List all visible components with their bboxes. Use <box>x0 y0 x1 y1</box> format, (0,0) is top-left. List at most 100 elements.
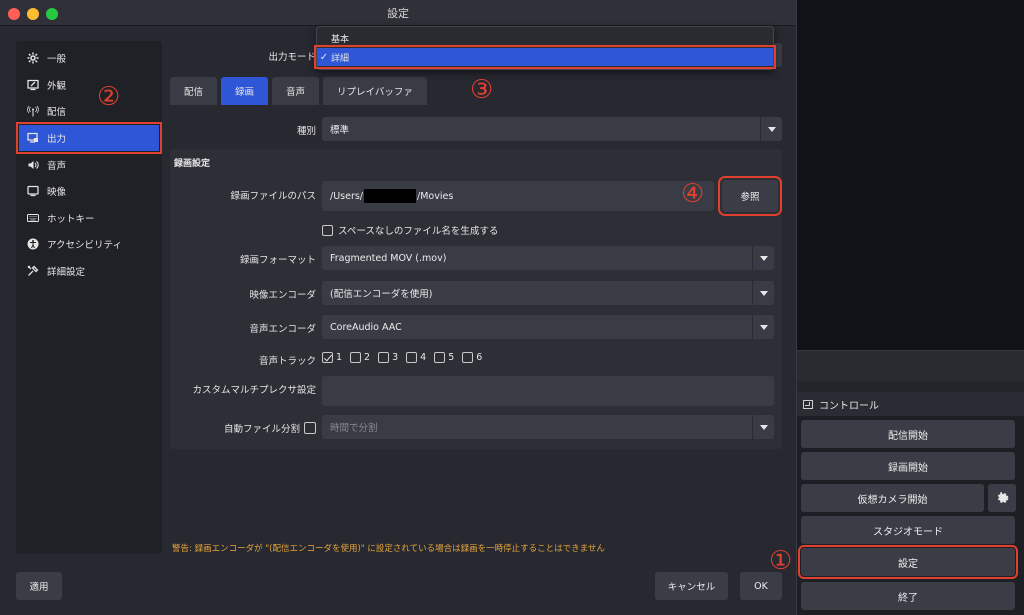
audio-track-2[interactable]: 2 <box>350 352 370 363</box>
sidebar-item-label: 音声 <box>47 161 67 172</box>
audio-track-4[interactable]: 4 <box>406 352 426 363</box>
sidebar-item-output[interactable]: 出力 <box>16 122 162 154</box>
type-value: 標準 <box>330 125 350 136</box>
sidebar-item-stream[interactable]: 配信 <box>19 98 159 124</box>
cancel-button[interactable]: キャンセル <box>655 572 728 600</box>
redacted-username <box>364 189 417 203</box>
dock-strip <box>797 350 1024 393</box>
custom-muxer-input[interactable] <box>322 376 774 406</box>
format-select[interactable]: Fragmented MOV (.mov) <box>322 246 774 270</box>
browse-button[interactable]: 参照 <box>718 176 782 216</box>
audio-encoder-value: CoreAudio AAC <box>330 321 402 333</box>
chevron-down-icon <box>752 315 774 339</box>
type-label: 種別 <box>296 126 316 137</box>
apply-button[interactable]: 適用 <box>16 572 62 600</box>
appearance-icon <box>27 79 39 91</box>
tools-icon <box>27 265 39 276</box>
output-tabs: 配信 録画 音声 リプレイバッファ <box>170 77 427 105</box>
output-mode-option-label: 基本 <box>331 34 350 45</box>
audio-track-2-label: 2 <box>364 352 371 363</box>
controls-dock-header: コントロール <box>797 392 1024 416</box>
output-mode-dropdown: 基本 ✓ 詳細 <box>314 26 776 70</box>
window-title: 設定 <box>387 6 409 20</box>
sidebar-item-label: アクセシビリティ <box>47 240 122 251</box>
sidebar-item-label: 出力 <box>47 134 67 145</box>
audio-track-1[interactable]: 1 <box>322 352 342 363</box>
studio-mode-button[interactable]: スタジオモード <box>801 516 1015 544</box>
zoom-window-button[interactable] <box>46 8 58 20</box>
video-encoder-select[interactable]: (配信エンコーダを使用) <box>322 281 774 305</box>
gear-icon <box>997 491 1009 504</box>
minimize-window-button[interactable] <box>27 8 39 20</box>
type-select[interactable]: 標準 <box>322 117 782 141</box>
audio-track-5[interactable]: 5 <box>434 352 454 363</box>
dock-window-icon[interactable] <box>803 399 813 409</box>
sidebar-item-accessibility[interactable]: アクセシビリティ <box>19 231 159 257</box>
split-mode-select[interactable]: 時間で分割 <box>322 415 774 439</box>
audio-tracks: 1 2 3 4 5 6 <box>322 352 482 363</box>
sidebar-item-appearance[interactable]: 外観 <box>19 72 159 98</box>
sidebar-item-label: 詳細設定 <box>47 267 86 278</box>
sidebar-item-hotkeys[interactable]: ホットキー <box>19 205 159 231</box>
start-virtual-camera-button[interactable]: 仮想カメラ開始 <box>801 484 984 512</box>
auto-split-option[interactable]: 自動ファイル分割 <box>200 421 316 435</box>
close-window-button[interactable] <box>8 8 20 20</box>
audio-track-2-checkbox[interactable] <box>350 352 362 363</box>
chevron-down-icon <box>752 415 774 439</box>
settings-sidebar: 一般 外観 配信 出力 音声 映像 ホットキー アクセシビリティ 詳細設定 <box>16 41 162 554</box>
sidebar-item-video[interactable]: 映像 <box>19 178 159 204</box>
video-encoder-value: (配信エンコーダを使用) <box>330 289 433 300</box>
sidebar-item-advanced[interactable]: 詳細設定 <box>19 258 159 284</box>
audio-encoder-select[interactable]: CoreAudio AAC <box>322 315 774 339</box>
output-monitor-icon <box>27 132 38 143</box>
annotation-4: ④ <box>681 179 705 209</box>
sidebar-item-label: 映像 <box>47 187 67 198</box>
output-mode-label: 出力モード <box>268 52 316 63</box>
virtual-camera-settings-button[interactable] <box>988 484 1016 512</box>
ok-button[interactable]: OK <box>740 572 782 600</box>
settings-button[interactable]: 設定 <box>798 545 1018 579</box>
start-recording-button[interactable]: 録画開始 <box>801 452 1015 480</box>
audio-track-5-checkbox[interactable] <box>434 352 446 363</box>
audio-track-6-checkbox[interactable] <box>462 352 474 363</box>
output-mode-option-basic[interactable]: 基本 <box>317 29 773 47</box>
accessibility-icon <box>27 238 39 250</box>
exit-button[interactable]: 終了 <box>801 582 1015 610</box>
sidebar-item-label: 外観 <box>47 81 67 92</box>
sidebar-item-audio[interactable]: 音声 <box>19 152 159 178</box>
video-encoder-label: 映像エンコーダ <box>249 290 316 301</box>
keyboard-icon <box>27 214 39 222</box>
recording-path-label: 録画ファイルのパス <box>230 191 316 202</box>
no-space-filename-label: スペースなしのファイル名を生成する <box>338 226 499 237</box>
audio-track-4-checkbox[interactable] <box>406 352 418 363</box>
auto-split-checkbox[interactable] <box>304 422 316 434</box>
tab-recording[interactable]: 録画 <box>221 77 269 105</box>
start-streaming-button[interactable]: 配信開始 <box>801 420 1015 448</box>
preview-area <box>797 0 1024 350</box>
output-mode-option-advanced[interactable]: ✓ 詳細 <box>314 45 776 69</box>
audio-track-4-label: 4 <box>420 352 427 363</box>
annotation-3: ③ <box>470 75 494 105</box>
audio-track-6-label: 6 <box>476 352 483 363</box>
custom-muxer-label: カスタムマルチプレクサ設定 <box>192 385 316 396</box>
monitor-icon <box>27 185 39 197</box>
recording-path-input[interactable]: /Users/ /Movies <box>322 181 714 211</box>
no-space-filename-option[interactable]: スペースなしのファイル名を生成する <box>322 223 498 237</box>
audio-track-3-label: 3 <box>392 352 399 363</box>
no-space-filename-checkbox[interactable] <box>322 224 333 236</box>
audio-encoder-label: 音声エンコーダ <box>249 324 316 335</box>
audio-track-3[interactable]: 3 <box>378 352 398 363</box>
audio-track-6[interactable]: 6 <box>462 352 482 363</box>
tab-stream[interactable]: 配信 <box>170 77 218 105</box>
sidebar-item-label: 配信 <box>47 107 67 118</box>
tab-replay-buffer[interactable]: リプレイバッファ <box>323 77 427 105</box>
annotation-2: ② <box>97 82 121 112</box>
format-value: Fragmented MOV (.mov) <box>330 252 447 264</box>
antenna-icon <box>27 105 39 117</box>
speaker-icon <box>28 161 39 169</box>
audio-track-3-checkbox[interactable] <box>378 352 390 363</box>
sidebar-item-general[interactable]: 一般 <box>19 45 159 71</box>
tab-audio[interactable]: 音声 <box>272 77 320 105</box>
audio-track-1-checkbox[interactable] <box>322 352 333 363</box>
auto-split-label: 自動ファイル分割 <box>223 424 300 435</box>
